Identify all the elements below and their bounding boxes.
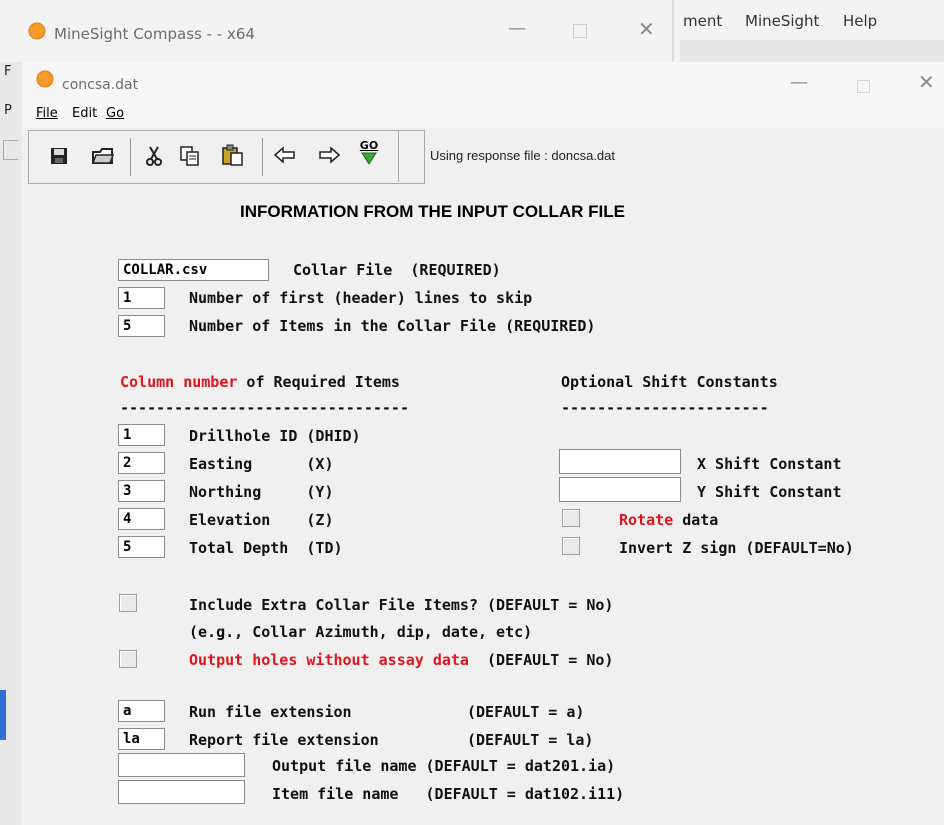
outer-menu-item-ment[interactable]: ment <box>683 12 722 30</box>
y-shift-label: Y Shift Constant <box>697 483 842 501</box>
toolbar-divider <box>398 130 399 182</box>
column-number-heading: Column number of Required Items <box>120 373 400 391</box>
rotate-label-rest: data <box>673 511 719 529</box>
outer-minimize-button[interactable]: — <box>508 18 526 39</box>
outer-close-button[interactable]: ✕ <box>638 17 655 41</box>
inner-minimize-button[interactable]: — <box>790 72 808 93</box>
go-label: GO <box>359 139 379 152</box>
rotate-label: Rotate data <box>619 511 718 529</box>
outer-left-letter: P <box>4 103 12 118</box>
form-title: INFORMATION FROM THE INPUT COLLAR FILE <box>240 202 625 221</box>
run-extension-label: Run file extension <box>189 703 352 721</box>
total-depth-column-label: Total Depth (TD) <box>189 539 343 557</box>
output-holes-checkbox[interactable] <box>119 650 137 668</box>
header-skip-label: Number of first (header) lines to skip <box>189 289 533 307</box>
rotate-checkbox[interactable] <box>562 509 580 527</box>
minesight-logo-icon <box>36 70 54 88</box>
extra-items-checkbox[interactable] <box>119 594 137 612</box>
item-file-name-label: Item file name (DEFAULT = dat102.i11) <box>272 785 625 803</box>
back-arrow-icon[interactable] <box>274 146 296 164</box>
elevation-column-label: Elevation (Z) <box>189 511 334 529</box>
easting-column-label: Easting (X) <box>189 455 334 473</box>
column-number-heading-red: Column number <box>120 373 238 391</box>
copy-icon[interactable] <box>180 146 200 166</box>
toolbar-separator <box>130 138 131 176</box>
outer-window-title: MineSight Compass - - x64 <box>54 25 255 43</box>
run-extension-default: (DEFAULT = a) <box>467 703 585 721</box>
run-extension-input[interactable] <box>118 700 165 722</box>
northing-column-input[interactable] <box>118 480 165 502</box>
forward-arrow-icon[interactable] <box>318 146 340 164</box>
cut-icon[interactable] <box>146 145 162 167</box>
collar-file-label: Collar File (REQUIRED) <box>293 261 501 279</box>
extra-items-note: (e.g., Collar Azimuth, dip, date, etc) <box>189 623 533 641</box>
outer-maximize-button[interactable] <box>573 24 587 38</box>
northing-column-label: Northing (Y) <box>189 483 334 501</box>
inner-maximize-button[interactable] <box>857 80 870 93</box>
outer-left-letter: F <box>4 64 12 79</box>
x-shift-input[interactable] <box>559 449 681 474</box>
menu-edit[interactable]: Edit <box>72 106 97 121</box>
outer-left-control <box>3 140 18 160</box>
menu-file[interactable]: File <box>36 106 58 121</box>
y-shift-input[interactable] <box>559 477 681 502</box>
item-file-name-input[interactable] <box>118 780 245 804</box>
header-skip-input[interactable] <box>118 287 165 309</box>
report-extension-input[interactable] <box>118 728 165 750</box>
inner-menubar <box>22 102 944 128</box>
outer-menu-item-help[interactable]: Help <box>843 12 877 30</box>
output-holes-label-red: Output holes without assay data <box>189 651 469 669</box>
inner-close-button[interactable]: ✕ <box>918 70 935 94</box>
inner-window-title: concsa.dat <box>62 77 139 93</box>
output-holes-label-rest: (DEFAULT = No) <box>468 651 614 669</box>
open-icon[interactable] <box>92 145 114 165</box>
invert-z-checkbox[interactable] <box>562 537 580 555</box>
minesight-logo-icon <box>28 22 46 40</box>
save-icon[interactable] <box>50 147 68 165</box>
dhid-column-input[interactable] <box>118 424 165 446</box>
toolbar-separator <box>262 138 263 176</box>
num-items-input[interactable] <box>118 315 165 337</box>
report-extension-label: Report file extension <box>189 731 379 749</box>
invert-z-label: Invert Z sign (DEFAULT=No) <box>619 539 854 557</box>
outer-menu-item-minesight[interactable]: MineSight <box>745 12 819 30</box>
total-depth-column-input[interactable] <box>118 536 165 558</box>
dhid-column-label: Drillhole ID (DHID) <box>189 427 361 445</box>
response-file-status: Using response file : doncsa.dat <box>430 148 615 163</box>
paste-icon[interactable] <box>222 144 244 166</box>
outer-divider <box>672 0 674 62</box>
outer-left-accent <box>0 690 6 740</box>
output-file-name-input[interactable] <box>118 753 245 777</box>
collar-file-input[interactable] <box>118 259 269 281</box>
num-items-label: Number of Items in the Collar File (REQU… <box>189 317 596 335</box>
heading-underline-right: ----------------------- <box>561 399 769 417</box>
rotate-label-red: Rotate <box>619 511 674 529</box>
report-extension-default: (DEFAULT = la) <box>467 731 594 749</box>
easting-column-input[interactable] <box>118 452 165 474</box>
column-number-heading-rest: of Required Items <box>237 373 400 391</box>
menu-go[interactable]: Go <box>106 106 124 121</box>
outer-toolbar-strip <box>680 40 944 62</box>
heading-underline-left: -------------------------------- <box>120 399 409 417</box>
output-file-name-label: Output file name (DEFAULT = dat201.ia) <box>272 757 616 775</box>
shift-constants-heading: Optional Shift Constants <box>561 373 778 391</box>
extra-items-label: Include Extra Collar File Items? (DEFAUL… <box>189 596 614 614</box>
x-shift-label: X Shift Constant <box>697 455 842 473</box>
go-button[interactable]: GO <box>356 140 382 166</box>
go-icon <box>356 152 382 166</box>
output-holes-label: Output holes without assay data (DEFAULT… <box>189 651 613 669</box>
elevation-column-input[interactable] <box>118 508 165 530</box>
